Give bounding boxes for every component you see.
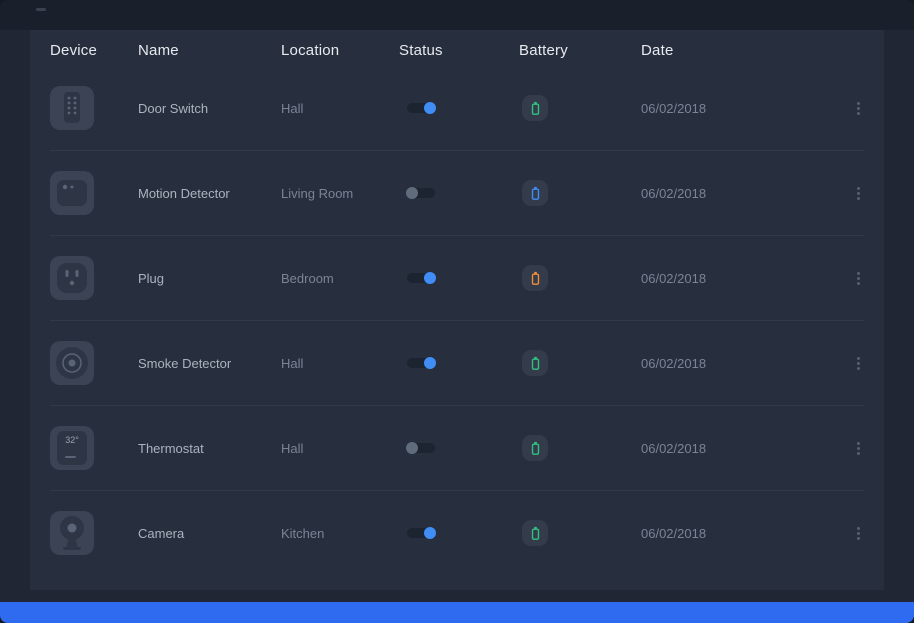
column-header-battery: Battery — [519, 42, 641, 59]
door-switch-icon — [50, 86, 94, 130]
toggle-knob — [424, 272, 436, 284]
device-date: 06/02/2018 — [641, 526, 824, 541]
device-location: Living Room — [281, 186, 399, 201]
motion-detector-icon — [50, 171, 94, 215]
thermostat-icon: 32° — [50, 426, 94, 470]
kebab-menu-icon[interactable] — [853, 523, 864, 544]
column-header-device: Device — [50, 42, 138, 59]
device-location: Hall — [281, 356, 399, 371]
table-row: Camera Kitchen 06/02/2018 — [50, 490, 864, 575]
table-row: Motion Detector Living Room 06/02/2018 — [50, 150, 864, 235]
status-toggle[interactable] — [407, 188, 435, 198]
toggle-knob — [406, 187, 418, 199]
status-toggle[interactable] — [407, 443, 435, 453]
kebab-menu-icon[interactable] — [853, 183, 864, 204]
status-toggle[interactable] — [407, 103, 435, 113]
smoke-detector-icon — [50, 341, 94, 385]
status-toggle[interactable] — [407, 528, 435, 538]
device-date: 06/02/2018 — [641, 186, 824, 201]
battery-icon — [530, 186, 541, 201]
device-name: Camera — [138, 526, 281, 541]
device-name: Smoke Detector — [138, 356, 281, 371]
table-body: Door Switch Hall 06/02/2018 Motion Detec… — [50, 66, 864, 575]
table-header: Device Name Location Status Battery Date — [50, 34, 864, 66]
top-accent-notch — [36, 8, 46, 11]
plug-icon — [50, 256, 94, 300]
device-location: Bedroom — [281, 271, 399, 286]
column-header-name: Name — [138, 42, 281, 59]
kebab-menu-icon[interactable] — [853, 98, 864, 119]
top-bar — [0, 0, 914, 30]
toggle-knob — [424, 527, 436, 539]
battery-badge — [522, 265, 548, 291]
battery-icon — [530, 441, 541, 456]
battery-badge — [522, 180, 548, 206]
device-name: Motion Detector — [138, 186, 281, 201]
table-row: Smoke Detector Hall 06/02/2018 — [50, 320, 864, 405]
device-name: Door Switch — [138, 101, 281, 116]
battery-icon — [530, 356, 541, 371]
battery-badge — [522, 350, 548, 376]
battery-badge — [522, 435, 548, 461]
table-row: 32° Thermostat Hall 06/02/2018 — [50, 405, 864, 490]
status-toggle[interactable] — [407, 358, 435, 368]
battery-icon — [530, 271, 541, 286]
column-header-date: Date — [641, 42, 824, 59]
kebab-menu-icon[interactable] — [853, 438, 864, 459]
device-name: Thermostat — [138, 441, 281, 456]
table-row: Plug Bedroom 06/02/2018 — [50, 235, 864, 320]
thermostat-reading: 32° — [50, 435, 94, 445]
battery-icon — [530, 101, 541, 116]
table-row: Door Switch Hall 06/02/2018 — [50, 66, 864, 150]
kebab-menu-icon[interactable] — [853, 268, 864, 289]
bottom-bar — [0, 602, 914, 623]
device-location: Kitchen — [281, 526, 399, 541]
device-date: 06/02/2018 — [641, 101, 824, 116]
column-header-location: Location — [281, 42, 399, 59]
device-date: 06/02/2018 — [641, 271, 824, 286]
status-toggle[interactable] — [407, 273, 435, 283]
camera-icon — [50, 511, 94, 555]
device-date: 06/02/2018 — [641, 441, 824, 456]
battery-badge — [522, 95, 548, 121]
battery-icon — [530, 526, 541, 541]
toggle-knob — [406, 442, 418, 454]
device-location: Hall — [281, 441, 399, 456]
kebab-menu-icon[interactable] — [853, 353, 864, 374]
device-table-panel: Device Name Location Status Battery Date… — [30, 30, 884, 590]
app-window: Device Name Location Status Battery Date… — [0, 0, 914, 623]
toggle-knob — [424, 357, 436, 369]
column-header-status: Status — [399, 42, 519, 59]
device-name: Plug — [138, 271, 281, 286]
device-location: Hall — [281, 101, 399, 116]
battery-badge — [522, 520, 548, 546]
toggle-knob — [424, 102, 436, 114]
device-date: 06/02/2018 — [641, 356, 824, 371]
